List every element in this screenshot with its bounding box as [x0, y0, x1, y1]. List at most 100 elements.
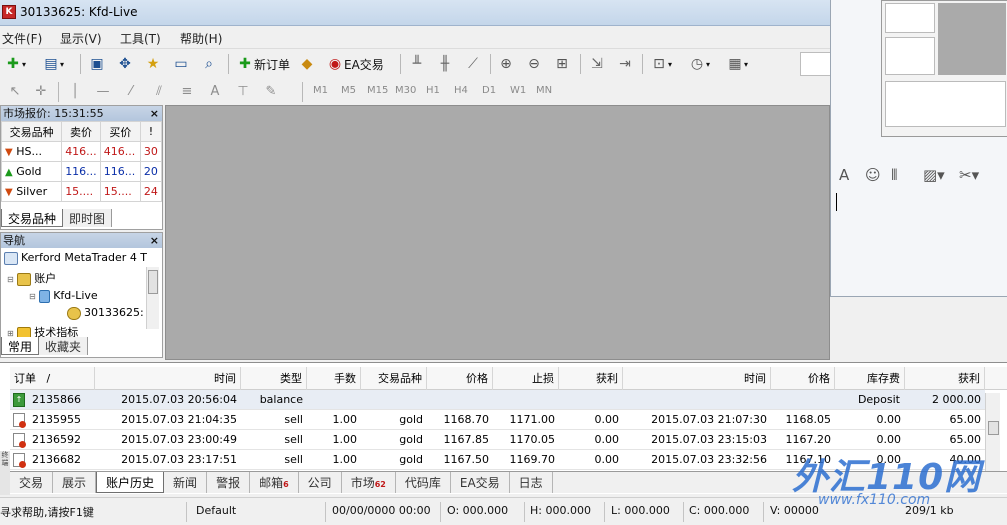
- tab-exposure[interactable]: 展示: [53, 472, 97, 493]
- scroll-thumb[interactable]: [148, 270, 158, 294]
- search-input[interactable]: [800, 52, 830, 76]
- label-tool-icon[interactable]: ⊤: [234, 83, 252, 101]
- tab-experts[interactable]: EA交易: [451, 472, 510, 493]
- col-bid[interactable]: 卖价: [61, 121, 101, 142]
- col-lots[interactable]: 手数: [307, 367, 361, 390]
- close-icon[interactable]: ×: [150, 233, 159, 248]
- table-row[interactable]: ▼ HS... 416... 416... 30: [0, 141, 163, 162]
- horizontal-line-icon[interactable]: —: [94, 83, 112, 101]
- indicators-button[interactable]: ⊡ ▾: [650, 53, 672, 75]
- trendline-icon[interactable]: ⁄: [122, 83, 140, 101]
- tab-account-history[interactable]: 账户历史: [96, 472, 165, 493]
- menu-file[interactable]: 文件(F): [2, 30, 42, 47]
- candlestick-button[interactable]: ╫: [436, 53, 454, 75]
- tab-alerts[interactable]: 警报: [207, 472, 251, 493]
- tab-trade[interactable]: 交易: [10, 472, 54, 493]
- tab-tick-chart[interactable]: 即时图: [63, 209, 113, 227]
- col-symbol[interactable]: 交易品种: [0, 121, 63, 142]
- arrows-tool-icon[interactable]: ✎: [262, 83, 280, 101]
- col-sl[interactable]: 止损: [493, 367, 559, 390]
- timeframe-m1[interactable]: M1: [313, 85, 328, 96]
- tile-windows-button[interactable]: ⊞: [553, 53, 571, 75]
- chart-shift-button[interactable]: ⇥: [616, 53, 634, 75]
- menu-tools[interactable]: 工具(T): [120, 30, 161, 47]
- navigator-scrollbar[interactable]: [146, 267, 159, 329]
- image-icon[interactable]: ▨▾: [923, 166, 945, 184]
- fibonacci-icon[interactable]: ≡: [178, 83, 196, 101]
- table-row[interactable]: ▼ Silver 15.... 15.... 24: [0, 181, 163, 202]
- tab-symbols[interactable]: 交易品种: [1, 209, 64, 227]
- col-open-time[interactable]: 时间: [95, 367, 241, 390]
- new-chart-button[interactable]: ✚ ▾: [4, 53, 26, 75]
- timeframe-mn[interactable]: MN: [536, 85, 552, 96]
- table-row[interactable]: ▲ Gold 116... 116... 20: [0, 161, 163, 182]
- strategy-tester-toggle[interactable]: ⌕: [200, 53, 218, 75]
- text-caret[interactable]: [836, 193, 837, 211]
- screenshot-thumbnail[interactable]: [881, 0, 1007, 137]
- terminal-toggle[interactable]: ▭: [172, 53, 190, 75]
- col-close-time[interactable]: 时间: [623, 367, 771, 390]
- table-row[interactable]: 2135955 2015.07.03 21:04:35 sell 1.00 go…: [10, 410, 985, 430]
- timeframe-w1[interactable]: W1: [510, 85, 526, 96]
- zoom-out-button[interactable]: ⊖: [525, 53, 543, 75]
- tab-news[interactable]: 新闻: [164, 472, 208, 493]
- data-window-toggle[interactable]: ✥: [116, 53, 134, 75]
- timeframe-m5[interactable]: M5: [341, 85, 356, 96]
- tab-market[interactable]: 市场62: [342, 472, 396, 493]
- auto-scroll-button[interactable]: ⇲: [588, 53, 606, 75]
- channel-icon[interactable]: ⫽: [150, 83, 168, 101]
- timeframe-h1[interactable]: H1: [426, 85, 440, 96]
- scissors-icon[interactable]: ✂▾: [959, 166, 979, 184]
- bar-chart-button[interactable]: ╨: [408, 53, 426, 75]
- menu-help[interactable]: 帮助(H): [180, 30, 222, 47]
- nav-accounts[interactable]: ⊟ 账户: [7, 270, 56, 286]
- profiles-icon: ▤: [44, 56, 58, 72]
- timeframe-m30[interactable]: M30: [395, 85, 416, 96]
- nav-root[interactable]: Kerford MetaTrader 4 T: [4, 251, 147, 265]
- col-open-price[interactable]: 价格: [427, 367, 493, 390]
- col-order[interactable]: 订单 /: [10, 367, 95, 390]
- ea-trading-button[interactable]: ◉ EA交易: [326, 53, 384, 75]
- scroll-thumb[interactable]: [988, 421, 999, 435]
- menu-view[interactable]: 显示(V): [60, 30, 102, 47]
- profiles-button[interactable]: ▤ ▾: [42, 53, 64, 75]
- market-watch-toggle[interactable]: ▣: [88, 53, 106, 75]
- zoom-in-button[interactable]: ⊕: [497, 53, 515, 75]
- tab-mailbox[interactable]: 邮箱6: [250, 472, 299, 493]
- tab-journal[interactable]: 日志: [510, 472, 553, 493]
- nav-server[interactable]: ⊟ Kfd-Live: [29, 289, 98, 303]
- tab-company[interactable]: 公司: [299, 472, 342, 493]
- vertical-line-icon[interactable]: │: [66, 83, 84, 101]
- tab-favorites[interactable]: 收藏夹: [39, 337, 89, 355]
- col-symbol[interactable]: 交易品种: [361, 367, 427, 390]
- metaeditor-button[interactable]: ◆: [298, 53, 316, 75]
- chart-workspace[interactable]: [165, 105, 830, 360]
- timeframe-d1[interactable]: D1: [482, 85, 496, 96]
- navigator-toggle[interactable]: ★: [144, 53, 162, 75]
- tab-code-base[interactable]: 代码库: [396, 472, 451, 493]
- col-ask[interactable]: 买价: [99, 121, 141, 142]
- timeframe-h4[interactable]: H4: [454, 85, 468, 96]
- crosshair-tool-icon[interactable]: ✛: [32, 83, 50, 101]
- col-swap[interactable]: 库存费: [835, 367, 905, 390]
- new-order-button[interactable]: ✚ 新订单: [236, 53, 290, 75]
- cursor-icon[interactable]: ↖: [6, 83, 24, 101]
- timeframe-m15[interactable]: M15: [367, 85, 388, 96]
- line-chart-button[interactable]: ⟋: [464, 53, 482, 75]
- col-spread[interactable]: !: [139, 121, 163, 142]
- font-icon[interactable]: A: [839, 166, 849, 184]
- periods-button[interactable]: ◷ ▾: [688, 53, 710, 75]
- shake-icon[interactable]: ⦀: [891, 166, 898, 184]
- close-icon[interactable]: ×: [150, 106, 159, 121]
- emoji-icon[interactable]: ☺: [865, 166, 881, 184]
- tab-common[interactable]: 常用: [1, 337, 40, 355]
- table-row[interactable]: ↑ 2135866 2015.07.03 20:56:04 balance De…: [10, 390, 985, 410]
- text-tool-icon[interactable]: A: [206, 83, 224, 101]
- table-row[interactable]: 2136592 2015.07.03 23:00:49 sell 1.00 go…: [10, 430, 985, 450]
- templates-button[interactable]: ▦ ▾: [726, 53, 748, 75]
- col-tp[interactable]: 获利: [559, 367, 623, 390]
- col-profit[interactable]: 获利: [905, 367, 985, 390]
- col-close-price[interactable]: 价格: [771, 367, 835, 390]
- col-type[interactable]: 类型: [241, 367, 307, 390]
- nav-account[interactable]: 30133625:: [67, 306, 144, 320]
